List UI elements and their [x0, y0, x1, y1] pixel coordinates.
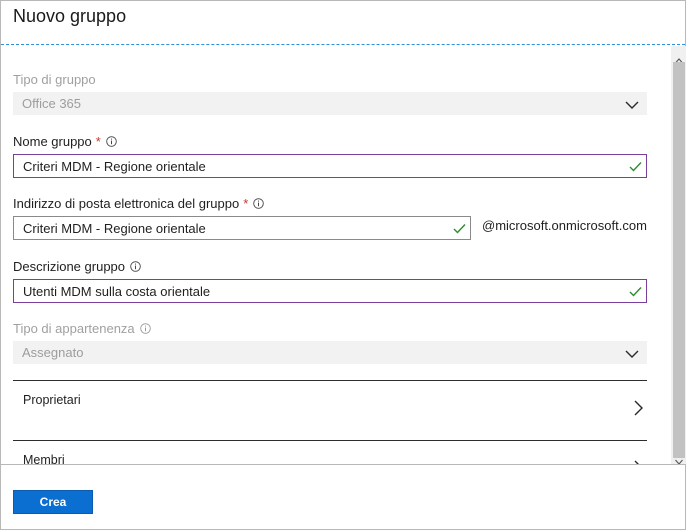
chevron-down-icon	[625, 98, 639, 109]
required-mark: *	[243, 196, 249, 211]
info-icon[interactable]	[130, 261, 141, 272]
members-row[interactable]: Membri	[23, 453, 65, 464]
group-type-select: Office 365	[13, 92, 647, 115]
required-mark: *	[95, 134, 101, 149]
description-label: Descrizione gruppo	[13, 259, 141, 274]
scrollbar-thumb[interactable]	[673, 62, 685, 458]
scroll-down-arrow-icon[interactable]	[675, 452, 683, 465]
description-label-text: Descrizione gruppo	[13, 259, 126, 274]
group-email-value: Criteri MDM - Regione orientale	[23, 221, 206, 236]
scroll-up-arrow-icon[interactable]	[675, 51, 683, 64]
checkmark-icon	[629, 285, 642, 297]
chevron-right-icon[interactable]	[633, 400, 643, 416]
owners-row[interactable]: Proprietari	[23, 393, 81, 407]
chevron-down-icon	[625, 347, 639, 358]
info-icon[interactable]	[106, 136, 117, 147]
group-type-value: Office 365	[22, 96, 82, 111]
header-divider	[1, 44, 685, 45]
group-type-label-text: Tipo di gruppo	[13, 72, 96, 87]
footer-divider	[1, 464, 685, 465]
panel-header: Nuovo gruppo	[1, 1, 685, 45]
group-email-label-text: Indirizzo di posta elettronica del grupp…	[13, 196, 240, 211]
group-type-label: Tipo di gruppo	[13, 72, 96, 87]
membership-type-value: Assegnato	[22, 345, 84, 360]
group-name-input[interactable]: Criteri MDM - Regione orientale	[13, 154, 647, 178]
description-input[interactable]: Utenti MDM sulla costa orientale	[13, 279, 647, 303]
page-title: Nuovo gruppo	[13, 6, 127, 26]
membership-type-label-text: Tipo di appartenenza	[13, 321, 135, 336]
description-value: Utenti MDM sulla costa orientale	[23, 284, 211, 299]
section-divider	[13, 440, 647, 441]
email-domain-suffix: @microsoft.onmicrosoft.com	[482, 218, 647, 233]
create-button[interactable]: Crea	[13, 490, 93, 514]
section-divider	[13, 380, 647, 381]
membership-type-label: Tipo di appartenenza	[13, 321, 151, 336]
group-name-label-text: Nome gruppo	[13, 134, 92, 149]
group-email-label: Indirizzo di posta elettronica del grupp…	[13, 196, 265, 211]
membership-type-select: Assegnato	[13, 341, 647, 364]
checkmark-icon	[629, 160, 642, 172]
new-group-panel: Nuovo gruppo Tipo di gruppo Office 365 N…	[0, 0, 686, 530]
group-name-label: Nome gruppo *	[13, 134, 117, 149]
info-icon[interactable]	[139, 323, 151, 334]
group-name-value: Criteri MDM - Regione orientale	[23, 159, 206, 174]
group-email-input[interactable]: Criteri MDM - Regione orientale	[13, 216, 471, 240]
form-scroll-area: Tipo di gruppo Office 365 Nome gruppo * …	[1, 46, 685, 464]
checkmark-icon	[453, 222, 466, 234]
vertical-scrollbar[interactable]	[671, 46, 686, 465]
info-icon[interactable]	[253, 198, 265, 209]
